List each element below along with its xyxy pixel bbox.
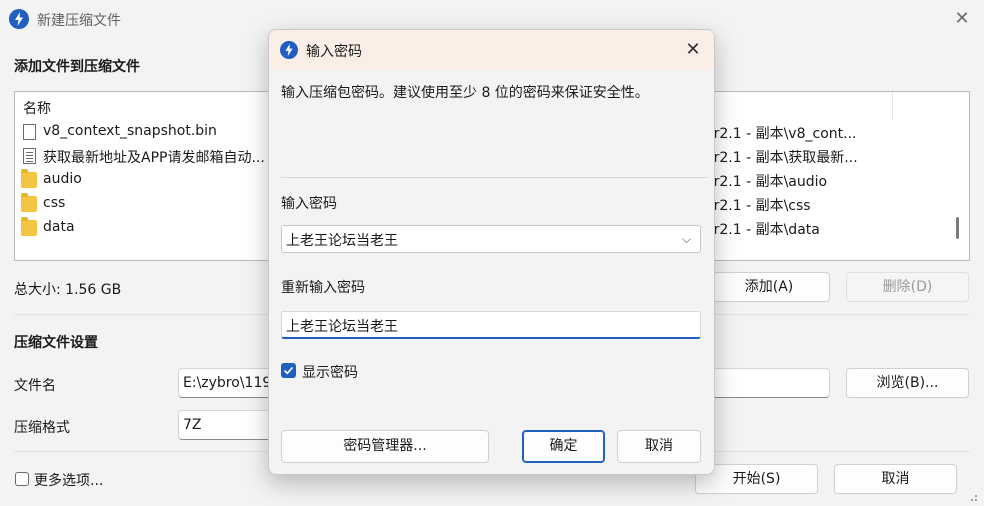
dialog-description: 输入压缩包密码。建议使用至少 8 位的密码来保证安全性。 — [281, 85, 649, 101]
bandizip-icon — [280, 41, 298, 59]
password-value: 上老王论坛当老王 — [286, 233, 398, 249]
ok-button[interactable]: 确定 — [522, 430, 605, 463]
modal-overlay: 输入密码 ✕ 输入压缩包密码。建议使用至少 8 位的密码来保证安全性。 输入密码… — [0, 0, 984, 506]
show-password-label[interactable]: 显示密码 — [302, 362, 358, 382]
show-password-checkbox[interactable] — [281, 363, 296, 378]
reenter-password-value: 上老王论坛当老王 — [286, 319, 398, 335]
dialog-cancel-button[interactable]: 取消 — [617, 430, 701, 463]
password-manager-button[interactable]: 密码管理器... — [281, 430, 489, 463]
password-dialog: 输入密码 ✕ 输入压缩包密码。建议使用至少 8 位的密码来保证安全性。 输入密码… — [268, 29, 715, 475]
dialog-title: 输入密码 — [306, 44, 362, 60]
password-label: 输入密码 — [281, 196, 337, 212]
password-combobox[interactable]: 上老王论坛当老王 ⌵ — [281, 225, 701, 253]
reenter-password-field[interactable]: 上老王论坛当老王 — [281, 311, 701, 339]
dialog-divider — [281, 177, 708, 178]
close-icon[interactable]: ✕ — [679, 36, 707, 64]
dialog-titlebar: 输入密码 ✕ — [269, 30, 714, 70]
chevron-down-icon[interactable]: ⌵ — [682, 232, 691, 247]
reenter-password-label: 重新输入密码 — [281, 280, 365, 296]
